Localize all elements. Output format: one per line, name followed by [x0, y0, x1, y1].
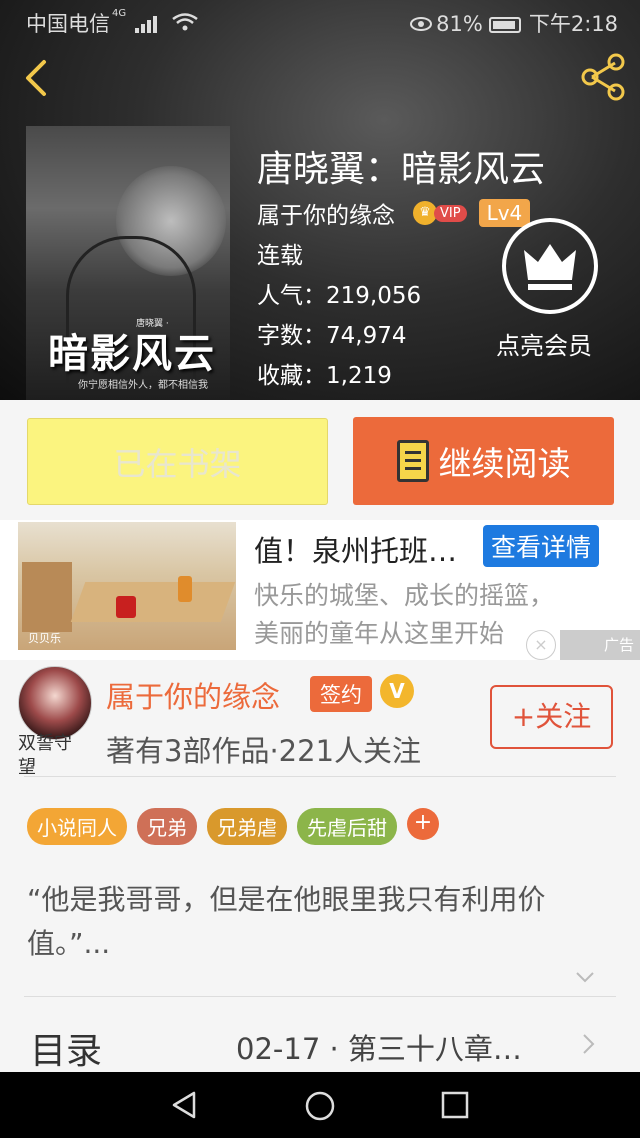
action-bar: 已在书架 继续阅读 [0, 400, 640, 520]
nav-recents-button[interactable] [440, 1090, 470, 1124]
ad-desk [70, 582, 236, 622]
battery-percent: 81% [436, 12, 483, 36]
author-name[interactable]: 属于你的缘念 [106, 674, 280, 716]
cover-tagline: 你宁愿相信外人，都不相信我 [78, 380, 208, 391]
status-bar: 中国电信 4G 81% 下午2:18 [0, 0, 640, 42]
chevron-left-icon [26, 60, 46, 96]
follow-button[interactable]: +关注 [490, 685, 613, 749]
tag-item[interactable]: 兄弟虐 [207, 808, 287, 845]
eye-icon [410, 12, 433, 36]
avatar-caption: 双誓守望 [18, 733, 72, 778]
book-header: 中国电信 4G 81% 下午2:18 唐晓翼 · 暗影风云 你宁愿相信外人，都不… [0, 0, 640, 400]
signal-icon [134, 15, 157, 33]
ad-logo: 贝贝乐 [28, 632, 61, 645]
share-icon [581, 53, 625, 101]
circle-home-icon [305, 1091, 335, 1121]
tag-item[interactable]: 兄弟 [137, 808, 197, 845]
carrier-label: 中国电信 [26, 12, 110, 36]
tag-list: 小说同人 兄弟 兄弟虐 先虐后甜 + [27, 808, 439, 845]
vip-badge: ♛ VIP [413, 201, 467, 225]
divider [24, 776, 616, 777]
chevron-down-icon [576, 972, 594, 983]
wifi-icon [171, 12, 198, 36]
toc-latest-chapter[interactable]: 02-17 · 第三十八章… [236, 1026, 522, 1068]
book-details: 双誓守望 属于你的缘念 签约 V 著有3部作品·221人关注 +关注 小说同人 … [0, 660, 640, 1080]
crown-icon [524, 244, 576, 290]
vip-label: VIP [434, 204, 467, 222]
toc-label[interactable]: 目录 [30, 1022, 102, 1074]
author-stats: 著有3部作品·221人关注 [106, 734, 422, 768]
member-button[interactable] [502, 218, 598, 314]
book-word-count: 字数：74,974 [257, 323, 407, 349]
book-icon [396, 440, 429, 482]
avatar[interactable] [18, 666, 92, 740]
book-title: 唐晓翼：暗影风云 [257, 149, 546, 190]
system-nav-bar [0, 1072, 640, 1138]
ad-toy-orange [178, 576, 192, 602]
ad-detail-button[interactable]: 查看详情 [483, 525, 600, 567]
continue-reading-button[interactable]: 继续阅读 [353, 417, 614, 505]
square-recents-icon [441, 1091, 469, 1119]
tag-item[interactable]: 小说同人 [27, 808, 127, 845]
ad-tag: 广告 [560, 630, 640, 660]
clock: 下午2:18 [528, 12, 618, 36]
book-status: 连载 [257, 243, 303, 269]
ad-title: 值！泉州托班… [254, 534, 458, 568]
ad-desc-line1: 快乐的城堡、成长的摇篮， [254, 581, 555, 610]
on-shelf-button[interactable]: 已在书架 [27, 418, 328, 505]
ad-close-icon[interactable]: × [526, 630, 556, 660]
book-favorites: 收藏：1,219 [257, 363, 392, 389]
signed-badge: 签约 [310, 676, 372, 712]
ad-banner[interactable]: 贝贝乐 值！泉州托班… 查看详情 快乐的城堡、成长的摇篮， 美丽的童年从这里开始… [0, 520, 640, 660]
expand-intro-button[interactable] [574, 966, 596, 988]
book-cover[interactable]: 唐晓翼 · 暗影风云 你宁愿相信外人，都不相信我 [26, 126, 230, 400]
ad-image[interactable]: 贝贝乐 [18, 522, 236, 650]
network-label: 4G [112, 8, 127, 19]
book-author-row: 属于你的缘念 ♛ VIP Lv4 [257, 196, 531, 230]
book-author[interactable]: 属于你的缘念 [257, 196, 395, 230]
book-intro[interactable]: “他是我哥哥，但是在他眼里我只有利用价值。”... [27, 878, 617, 966]
nav-home-button[interactable] [304, 1090, 336, 1126]
triangle-back-icon [172, 1091, 196, 1119]
ad-desc-line2: 美丽的童年从这里开始 [254, 619, 505, 648]
add-tag-button[interactable]: + [407, 808, 439, 840]
tag-item[interactable]: 先虐后甜 [297, 808, 397, 845]
nav-back-button[interactable] [170, 1090, 198, 1124]
divider [24, 996, 616, 997]
cover-title: 暗影风云 [48, 330, 216, 377]
verified-icon: V [380, 674, 414, 708]
battery-icon [488, 17, 521, 33]
back-button[interactable] [18, 58, 58, 98]
chevron-right-icon [583, 1034, 595, 1054]
continue-reading-label: 继续阅读 [438, 444, 571, 483]
share-button[interactable] [578, 52, 628, 102]
on-shelf-label: 已在书架 [113, 444, 242, 483]
book-popularity: 人气：219,056 [257, 283, 422, 309]
toc-arrow[interactable] [578, 1032, 598, 1056]
ad-chair [22, 562, 72, 632]
member-label[interactable]: 点亮会员 [496, 326, 592, 361]
ad-toy-red [116, 596, 136, 618]
